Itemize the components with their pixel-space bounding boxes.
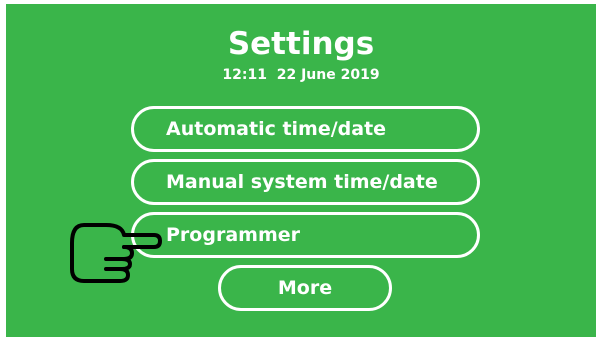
automatic-time-date-button[interactable]: Automatic time/date bbox=[131, 106, 480, 152]
current-datetime: 12:11 22 June 2019 bbox=[222, 67, 380, 83]
programmer-button[interactable]: Programmer bbox=[131, 212, 480, 258]
more-label: More bbox=[277, 277, 333, 299]
settings-screen: Settings 12:11 22 June 2019 Automatic ti… bbox=[6, 4, 596, 337]
programmer-label: Programmer bbox=[166, 224, 300, 246]
manual-system-time-date-label: Manual system time/date bbox=[166, 171, 438, 193]
automatic-time-date-label: Automatic time/date bbox=[166, 118, 387, 140]
page-title: Settings bbox=[227, 26, 375, 62]
manual-system-time-date-button[interactable]: Manual system time/date bbox=[131, 159, 480, 205]
pointing-hand-icon bbox=[70, 223, 162, 283]
more-button[interactable]: More bbox=[218, 265, 392, 311]
